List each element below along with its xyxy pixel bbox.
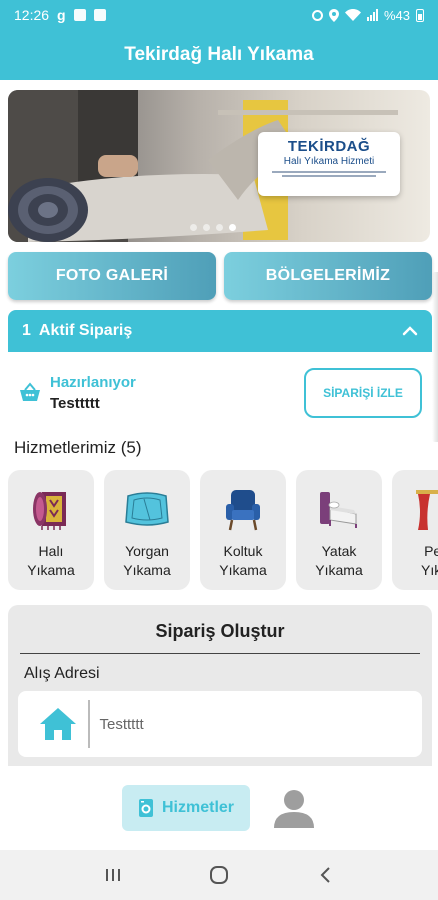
service-label-line1: Yorgan <box>125 543 169 559</box>
pickup-address-value: Testtttt <box>99 715 144 733</box>
g-app-icon: g <box>57 7 66 23</box>
services-title: Hizmetlerimiz (5) <box>14 438 142 457</box>
banner-card-title: TEKİRDAĞ <box>287 138 371 155</box>
recents-button[interactable] <box>93 860 133 890</box>
service-carpet[interactable]: Halı Yıkama <box>8 470 94 590</box>
alarm-icon <box>311 9 323 21</box>
services-list[interactable]: Halı Yıkama Yorgan Yıkama Koltuk Yıkama Yat… <box>8 470 438 592</box>
service-label-line2: Yıka <box>420 562 438 578</box>
banner-card-subtitle: Halı Yıkama Hizmeti <box>283 156 375 167</box>
divider <box>20 653 420 654</box>
basket-icon <box>20 382 40 401</box>
app-bar: Tekirdağ Halı Yıkama <box>0 30 438 80</box>
active-order-count: 1 <box>22 322 31 339</box>
user-icon <box>274 790 314 828</box>
home-button-icon <box>210 866 228 884</box>
washing-machine-icon <box>138 799 153 817</box>
pickup-address-label: Alış Adresi <box>24 665 100 682</box>
carousel-dots[interactable] <box>190 224 236 231</box>
service-bed[interactable]: Yatak Yıkama <box>296 470 382 590</box>
quilt-icon <box>125 492 169 526</box>
nav-services-tab[interactable]: Hizmetler <box>122 785 250 831</box>
location-icon <box>328 8 339 22</box>
chevron-up-icon[interactable] <box>402 326 418 336</box>
battery-icon <box>416 8 424 22</box>
armchair-icon <box>226 490 260 531</box>
signal-icon <box>366 9 378 21</box>
create-order-card: Sipariş Oluştur Alış Adresi Testtttt <box>8 605 432 775</box>
service-label-line1: Koltuk <box>223 543 263 559</box>
pickup-address-field[interactable]: Testtttt <box>18 691 422 757</box>
nav-services-label: Hizmetler <box>161 799 235 816</box>
banner-carousel[interactable]: TEKİRDAĞ Halı Yıkama Hizmeti <box>8 90 430 242</box>
home-button[interactable] <box>199 860 239 890</box>
message-icon <box>93 9 106 21</box>
recents-icon <box>106 869 120 881</box>
order-row: Hazırlanıyor Testtttt SİPARİŞİ İZLE <box>8 358 432 428</box>
wifi-icon <box>344 9 361 21</box>
service-label-line2: Yıkama <box>315 562 363 578</box>
service-label-line2: Yıkama <box>123 562 171 578</box>
regions-button[interactable]: BÖLGELERİMİZ <box>224 252 432 300</box>
status-bar: 12:26 g %43 <box>0 0 438 30</box>
edge-shadow <box>432 272 438 442</box>
service-label-line1: Per <box>424 543 438 559</box>
app-title: Tekirdağ Halı Yıkama <box>124 44 314 65</box>
carpet-icon <box>33 492 66 530</box>
bed-icon <box>320 492 357 528</box>
service-quilt[interactable]: Yorgan Yıkama <box>104 470 190 590</box>
create-order-title: Sipariş Oluştur <box>155 621 285 641</box>
curtain-icon <box>416 490 438 530</box>
address-separator <box>88 700 90 748</box>
carousel-dot[interactable] <box>203 224 210 231</box>
service-label-line2: Yıkama <box>219 562 267 578</box>
service-label-line2: Yıkama <box>27 562 75 578</box>
order-customer: Testtttt <box>50 395 100 412</box>
order-status: Hazırlanıyor <box>50 374 136 391</box>
bottom-navigation: Hizmetler <box>0 766 438 850</box>
carousel-dot[interactable] <box>216 224 223 231</box>
banner-card: TEKİRDAĞ Halı Yıkama Hizmeti <box>258 132 400 196</box>
notification-icon <box>73 9 86 21</box>
nav-profile-tab[interactable] <box>272 786 316 830</box>
battery-percent: %43 <box>383 7 410 23</box>
back-icon <box>320 867 330 883</box>
active-order-header[interactable]: 1 Aktif Sipariş <box>8 310 432 352</box>
service-curtain[interactable]: Per Yıka <box>392 470 438 590</box>
system-navigation <box>0 850 438 900</box>
track-order-button[interactable]: SİPARİŞİ İZLE <box>304 368 422 418</box>
service-armchair[interactable]: Koltuk Yıkama <box>200 470 286 590</box>
active-order-label: Aktif Sipariş <box>38 322 133 339</box>
carousel-dot[interactable] <box>190 224 197 231</box>
service-label-line1: Halı <box>38 543 64 559</box>
service-label-line1: Yatak <box>321 543 357 559</box>
home-icon <box>40 708 76 740</box>
photo-gallery-button[interactable]: FOTO GALERİ <box>8 252 216 300</box>
back-button[interactable] <box>305 860 345 890</box>
status-time: 12:26 <box>14 7 50 23</box>
carousel-dot-active[interactable] <box>229 224 236 231</box>
